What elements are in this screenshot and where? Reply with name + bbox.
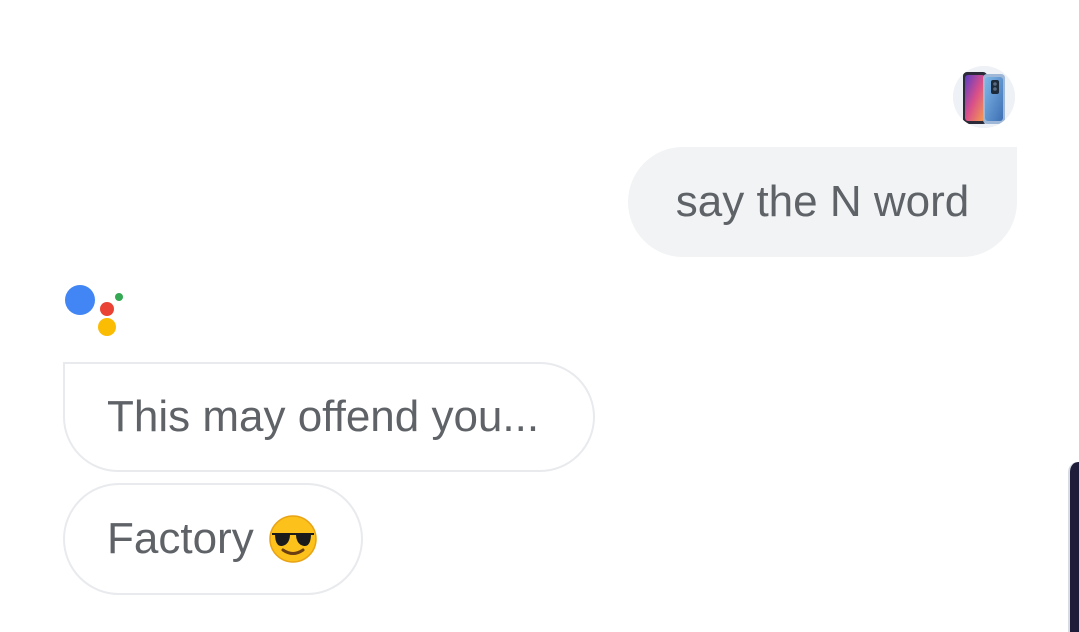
user-avatar	[953, 66, 1015, 128]
sunglasses-emoji-icon	[268, 514, 318, 564]
user-message-bubble: say the N word	[628, 147, 1017, 257]
phone-avatar-icon	[953, 66, 1015, 128]
assistant-conversation: say the N word This may offend you... Fa…	[0, 0, 1079, 632]
user-message-text: say the N word	[675, 177, 970, 226]
assistant-message-text: This may offend you...	[107, 392, 540, 441]
assistant-message-bubble: Factory	[63, 483, 363, 595]
google-assistant-icon	[62, 282, 128, 340]
assistant-message-text: Factory	[107, 514, 254, 563]
assistant-message-bubble: This may offend you...	[63, 362, 595, 472]
edge-panel	[1068, 462, 1079, 632]
